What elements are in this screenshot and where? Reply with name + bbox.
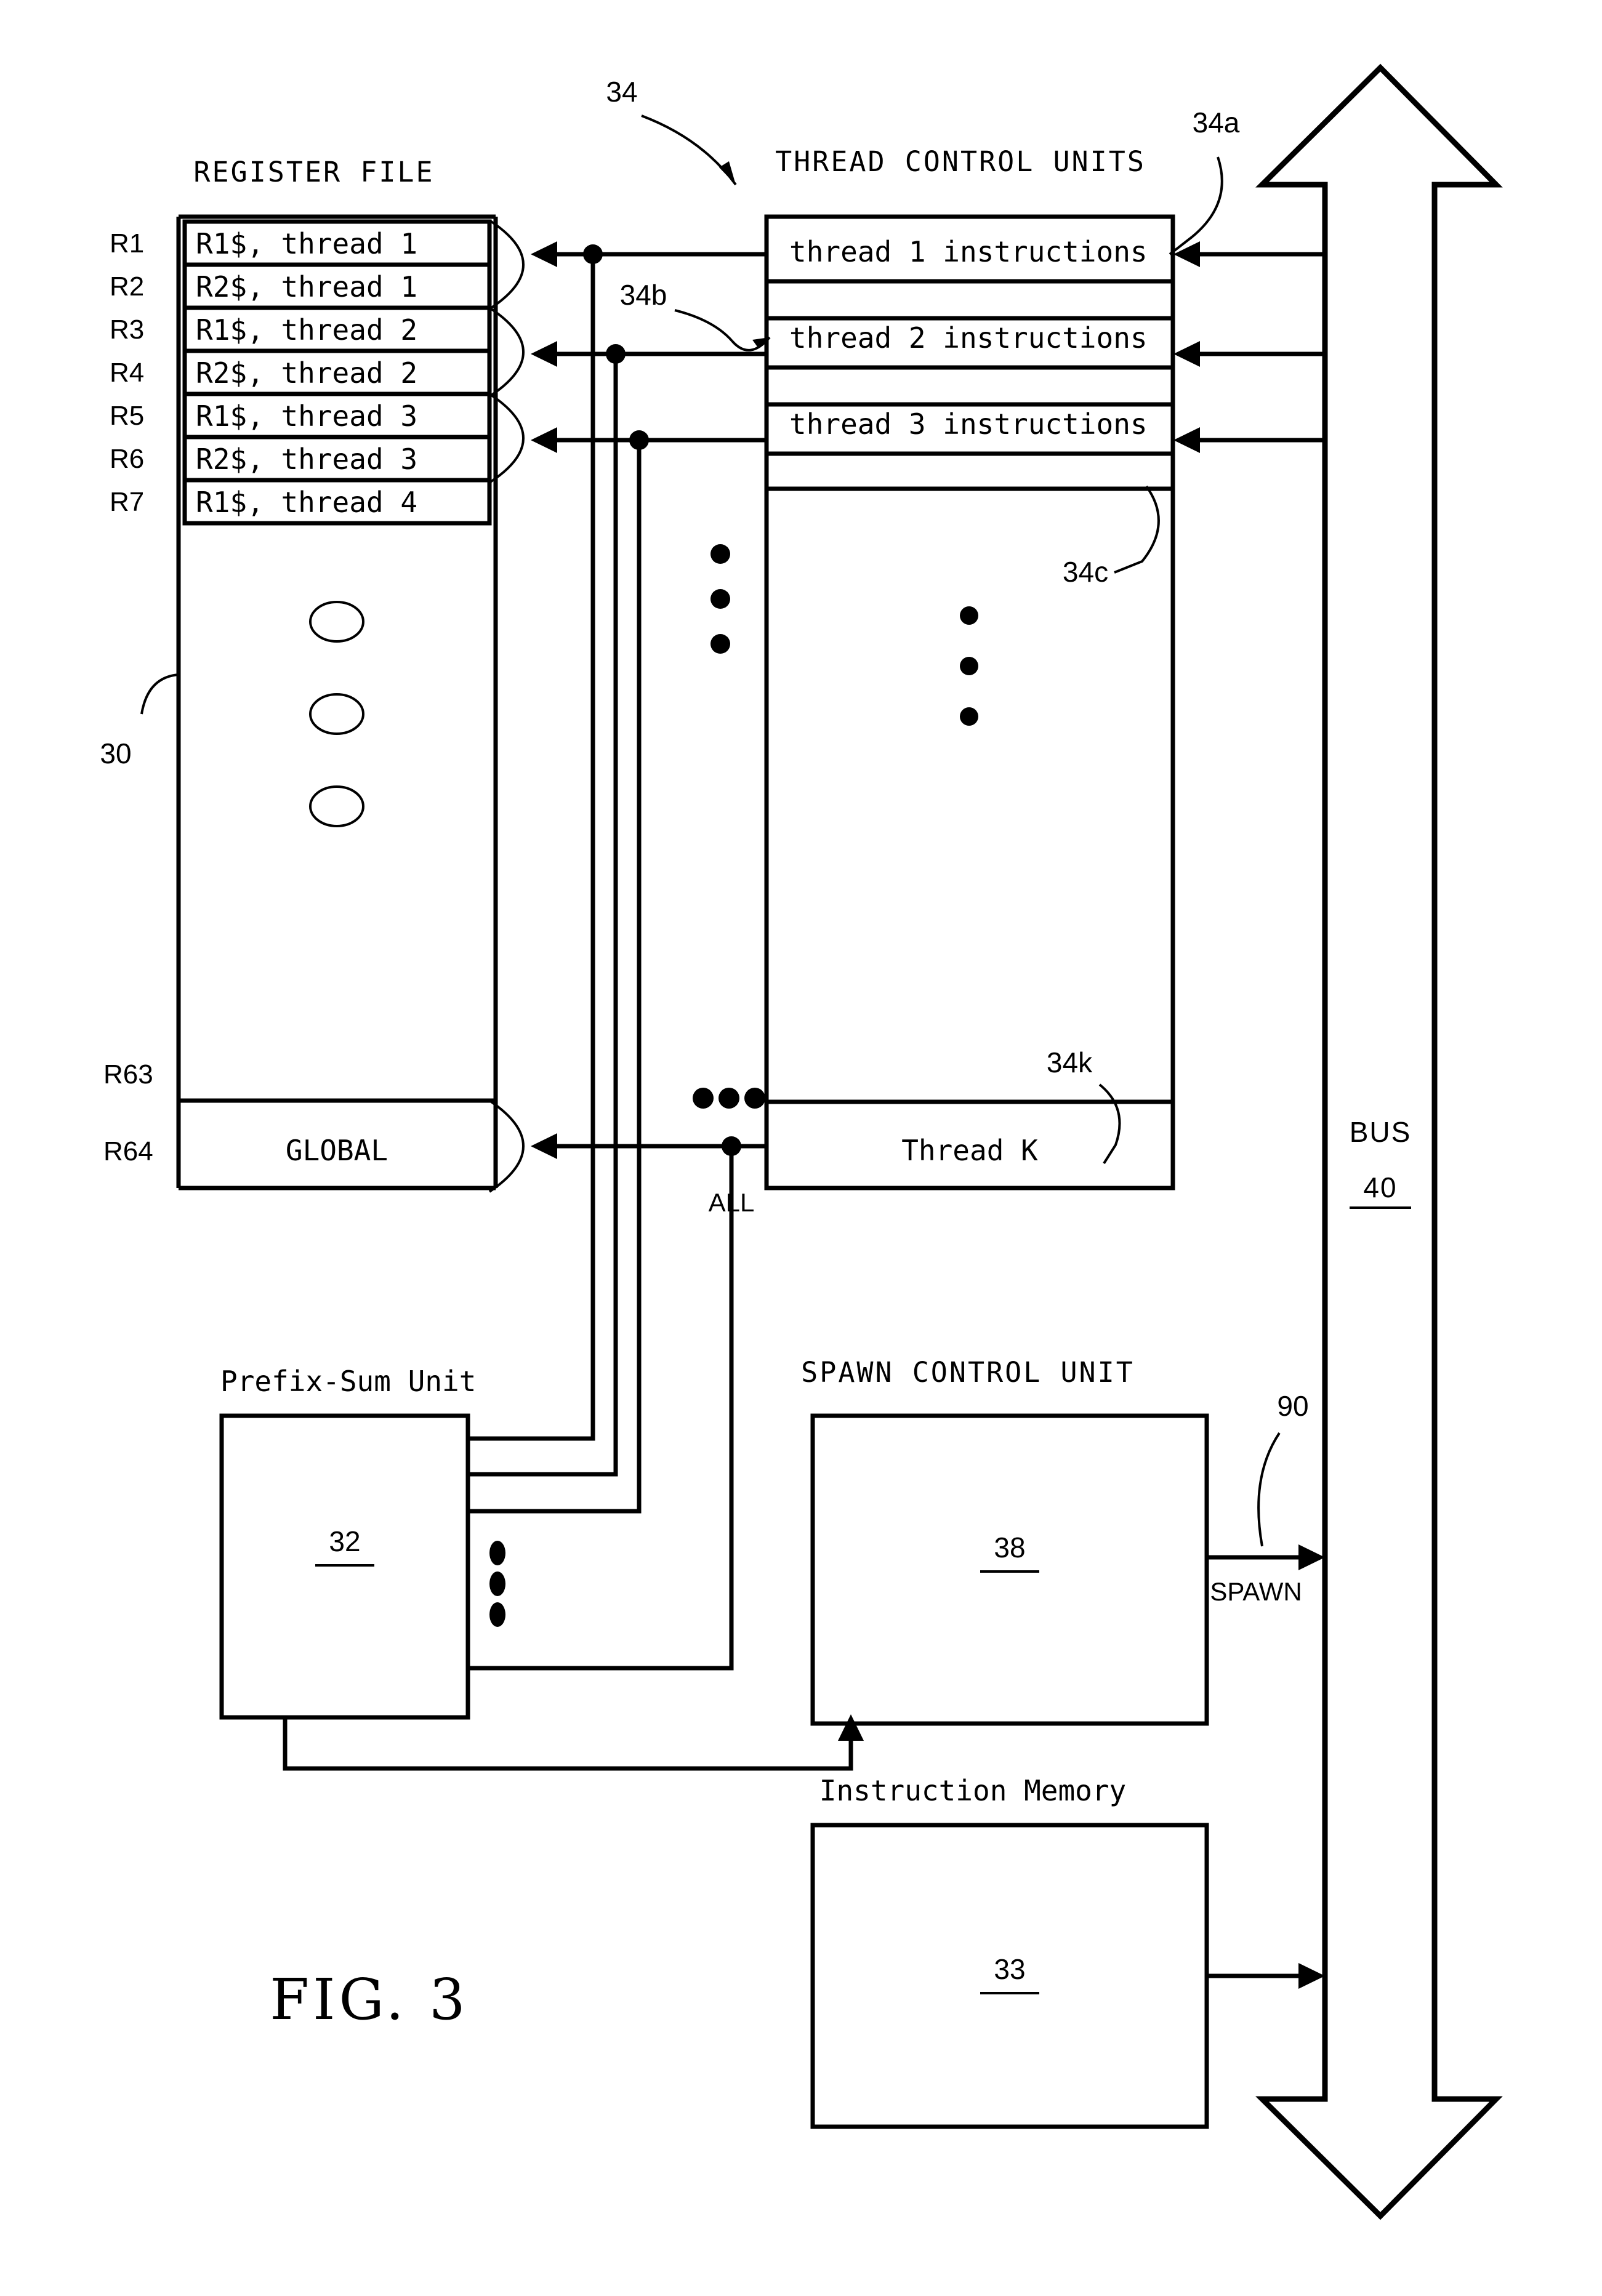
- global-cell-text: GLOBAL: [286, 1134, 388, 1167]
- wire-prefixsum-to-spawn: [283, 1714, 864, 1771]
- thread-control-row-label-k: Thread K: [901, 1134, 1038, 1167]
- figure-canvas: BUS 40 REGISTER FILE R1 R2 R3 R4 R5 R6 R…: [100, 63, 1503, 2220]
- ref-30-leader: [140, 673, 179, 715]
- ref-34k-label: 34k: [1047, 1046, 1093, 1078]
- register-cell-text: R2$, thread 1: [196, 270, 417, 303]
- register-row-label: R6: [110, 444, 144, 474]
- register-rows: R1 R2 R3 R4 R5 R6 R7 R1$, thread 1 R2$, …: [110, 219, 492, 526]
- thread-control-units-ellipsis: [960, 606, 978, 726]
- bus-label: BUS: [1350, 1116, 1412, 1148]
- prefix-sum-unit-ref: 32: [329, 1525, 360, 1557]
- prefix-sum-unit-title: Prefix-Sum Unit: [220, 1365, 476, 1398]
- ref-34-leader: [641, 114, 737, 186]
- spawn-signal-label: SPAWN: [1210, 1577, 1302, 1606]
- ref-90-leader: [1257, 1432, 1281, 1547]
- register-row-label-r64: R64: [103, 1136, 153, 1166]
- register-cell-text: R1$, thread 4: [196, 486, 417, 519]
- wire-tcu2-to-regfile: [531, 341, 767, 367]
- register-cell-text: R1$, thread 3: [196, 399, 417, 433]
- thread-control-row-label: thread 1 instructions: [789, 235, 1148, 268]
- register-cell-text: R2$, thread 2: [196, 356, 417, 390]
- register-cell-text: R1$, thread 1: [196, 227, 417, 260]
- wire-tcu3-to-regfile: [531, 427, 767, 453]
- all-signal-label: ALL: [709, 1188, 755, 1217]
- wire-bus-to-tcu-3: [1173, 427, 1325, 453]
- patent-figure-3: BUS 40 REGISTER FILE R1 R2 R3 R4 R5 R6 R…: [0, 0, 1602, 2296]
- register-row-label: R7: [110, 487, 144, 517]
- instruction-memory-ref: 33: [994, 1953, 1025, 1985]
- register-file-title: REGISTER FILE: [193, 156, 434, 188]
- wire-bus-to-tcu-1: [1173, 241, 1325, 267]
- wire-instrmem-to-bus: [1207, 1963, 1325, 1989]
- ref-34c-label: 34c: [1063, 556, 1108, 588]
- register-row-label-r63: R63: [103, 1059, 153, 1090]
- prefix-sum-wire-ellipsis: [489, 1541, 505, 1627]
- bus-ref: 40: [1363, 1171, 1397, 1203]
- register-row-label: R5: [110, 401, 144, 431]
- ref-34a-label: 34a: [1193, 106, 1240, 138]
- ref-30-label: 30: [100, 737, 131, 769]
- ref-34-label: 34: [606, 76, 637, 108]
- middle-column-ellipsis: [710, 544, 730, 654]
- thread-control-row-label: thread 2 instructions: [789, 321, 1148, 355]
- wires-bus-to-tcu: [1173, 241, 1325, 453]
- ref-34a-leader: [1169, 156, 1223, 255]
- ref-34b-leader: [674, 309, 771, 351]
- thread-control-row-dividers: [767, 279, 1173, 1104]
- register-row-label: R4: [110, 358, 144, 388]
- spawn-control-unit-ref: 38: [994, 1531, 1025, 1563]
- spawn-control-unit-box: [810, 1413, 1209, 1726]
- wire-tcu1-to-regfile: [531, 241, 767, 267]
- ref-90-label: 90: [1277, 1390, 1308, 1422]
- ref-34b-label: 34b: [620, 279, 667, 311]
- register-file-ellipsis: [309, 601, 364, 827]
- wire-bus-to-tcu-2: [1173, 341, 1325, 367]
- ref-34k-leader: [1098, 1083, 1121, 1165]
- wire-spawn-to-bus: [1207, 1544, 1325, 1570]
- register-row-label: R2: [110, 271, 144, 302]
- register-row-label: R3: [110, 315, 144, 345]
- middle-horizontal-ellipsis: [693, 1088, 765, 1109]
- ref-34c-leader: [1114, 485, 1160, 574]
- spawn-control-unit-title: SPAWN CONTROL UNIT: [801, 1356, 1135, 1389]
- register-cell-text: R2$, thread 3: [196, 443, 417, 476]
- figure-label: FIG. 3: [270, 1967, 469, 2033]
- global-row: R63 R64 GLOBAL: [103, 1059, 496, 1167]
- thread-control-row-label: thread 3 instructions: [789, 407, 1148, 441]
- register-cell-text: R1$, thread 2: [196, 313, 417, 347]
- thread-control-units-title: THREAD CONTROL UNITS: [775, 145, 1146, 178]
- register-row-label: R1: [110, 228, 144, 259]
- thread-control-units-box: [764, 214, 1175, 1190]
- instruction-memory-title: Instruction Memory: [819, 1774, 1127, 1807]
